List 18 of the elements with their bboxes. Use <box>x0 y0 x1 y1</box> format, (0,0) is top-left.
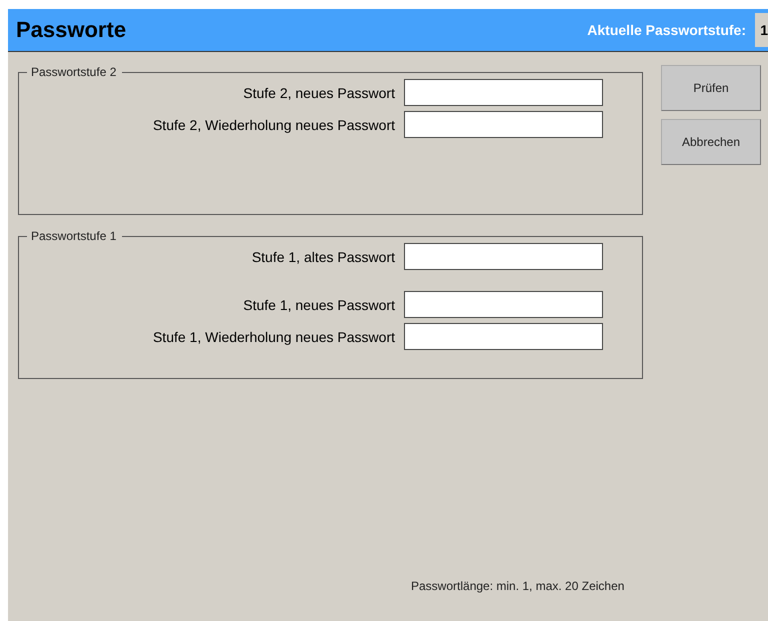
level-label: Aktuelle Passwortstufe: <box>587 22 746 38</box>
password-field[interactable] <box>404 323 603 350</box>
level-value: 1 <box>755 13 768 47</box>
group-title: Passwortstufe 2 <box>30 65 118 79</box>
field-label: Stufe 2, Wiederholung neues Passwort <box>152 116 395 132</box>
action-button[interactable]: Prüfen <box>661 65 761 111</box>
field-label: Stufe 1, Wiederholung neues Passwort <box>152 328 395 344</box>
field-label: Stufe 1, neues Passwort <box>243 296 395 312</box>
length-hint: Passwortlänge: min. 1, max. 20 Zeichen <box>411 579 624 593</box>
field-label: Stufe 1, altes Passwort <box>252 248 395 264</box>
password-field[interactable] <box>404 79 603 106</box>
password-field[interactable] <box>404 243 603 270</box>
page-title: Passworte <box>16 17 128 43</box>
password-field[interactable] <box>404 111 603 138</box>
group-title: Passwortstufe 1 <box>30 229 118 243</box>
action-button[interactable]: Abbrechen <box>661 119 761 165</box>
password-field[interactable] <box>404 291 603 318</box>
field-label: Stufe 2, neues Passwort <box>243 84 395 100</box>
